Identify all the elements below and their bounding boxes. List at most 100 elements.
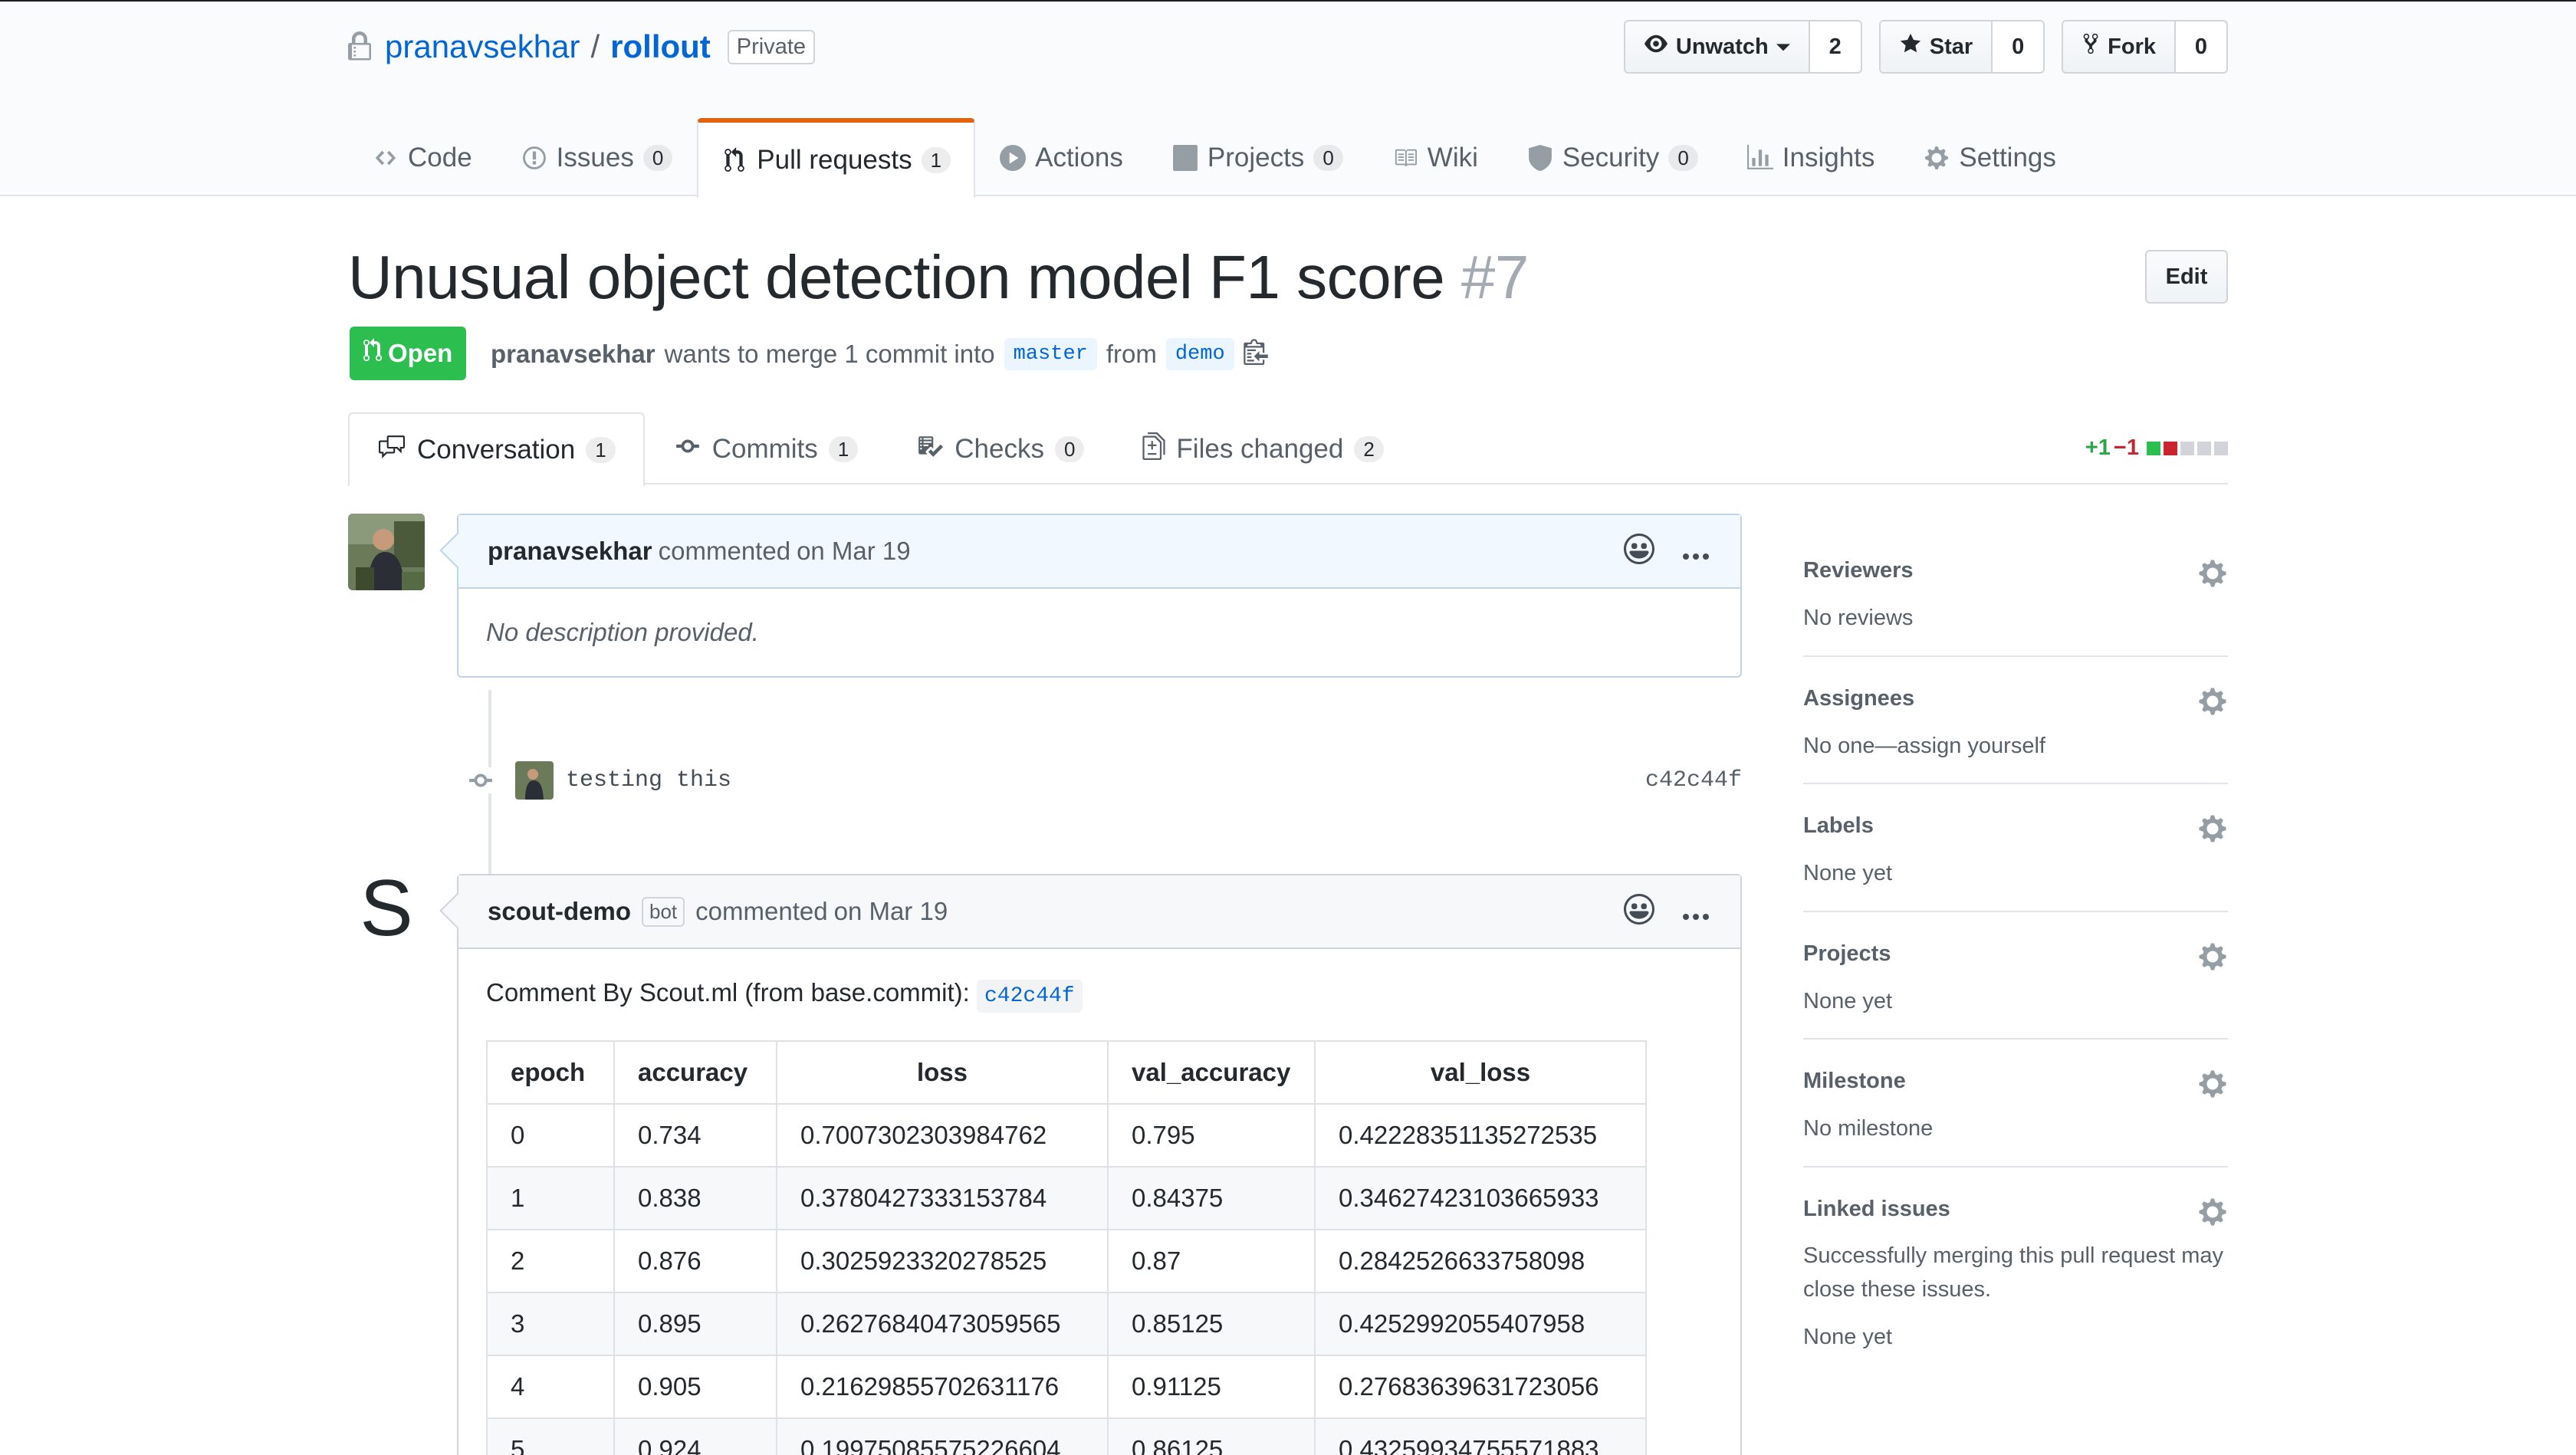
gear-icon[interactable] (2197, 813, 2228, 844)
nav-projects[interactable]: Projects 0 (1148, 118, 1368, 196)
table-cell: 1 (486, 1166, 615, 1230)
nav-issues-label: Issues (556, 143, 634, 172)
commit-sha-link[interactable]: c42c44f (1645, 767, 1742, 793)
fork-count[interactable]: 0 (2176, 21, 2226, 72)
table-row: 2 0.876 0.3025923320278525 0.87 0.284252… (486, 1229, 1647, 1293)
sidebar-heading[interactable]: Labels (1803, 813, 2228, 839)
repo-name-link[interactable]: rollout (610, 28, 711, 65)
nav-security[interactable]: Security 0 (1503, 118, 1723, 196)
comment-intro-text: Comment By Scout.ml (from base.commit): (486, 978, 970, 1007)
tab-files-changed[interactable]: Files changed 2 (1113, 412, 1412, 484)
pr-author-link[interactable]: pranavsekhar (491, 340, 656, 369)
sidebar-value: None yet (1803, 861, 1893, 885)
smiley-icon[interactable] (1624, 894, 1654, 931)
table-cell: 0.42228351135272535 (1314, 1103, 1647, 1168)
comment-actions (1624, 515, 1710, 589)
avatar[interactable] (348, 514, 425, 590)
sidebar-heading[interactable]: Reviewers (1803, 558, 2228, 583)
smiley-icon[interactable] (1624, 534, 1654, 570)
comment-author-link[interactable]: scout-demo (488, 897, 631, 926)
gear-icon[interactable] (2197, 1197, 2228, 1227)
sidebar-heading[interactable]: Milestone (1803, 1069, 2228, 1094)
watch-group: Unwatch 2 (1623, 20, 1862, 74)
more-icon[interactable] (1682, 898, 1710, 927)
watch-count[interactable]: 2 (1809, 21, 1861, 72)
table-header-cell: epoch (486, 1040, 615, 1105)
table-header-cell: accuracy (613, 1040, 777, 1105)
gear-icon[interactable] (2197, 941, 2228, 972)
comment-author-link[interactable]: pranavsekhar (488, 537, 652, 566)
code-icon (373, 145, 399, 171)
comment-header: pranavsekhar commented on Mar 19 (458, 515, 1740, 589)
diffstat-additions: +1 (2085, 435, 2111, 460)
tab-conversation[interactable]: Conversation 1 (348, 412, 645, 486)
table-cell: 0.2842526633758098 (1314, 1229, 1647, 1293)
file-diff-icon (1142, 432, 1166, 467)
comment-discussion-icon (377, 434, 406, 467)
table-cell: 3 (486, 1292, 615, 1356)
sidebar-reviewers: Reviewers No reviews (1803, 529, 2228, 657)
nav-security-count: 0 (1668, 144, 1698, 172)
sidebar-heading[interactable]: Projects (1803, 941, 2228, 967)
commit-avatar[interactable] (515, 761, 554, 800)
repo-nav: Code Issues 0 Pull requests 1 Actions Pr… (348, 118, 2081, 198)
pr-merge-text: wants to merge 1 commit into (664, 340, 995, 368)
comment-date-link[interactable]: on Mar 19 (797, 537, 911, 566)
nav-wiki[interactable]: Wiki (1368, 118, 1503, 196)
tab-commits[interactable]: Commits 1 (645, 412, 888, 484)
head-branch[interactable]: demo (1165, 338, 1234, 370)
nav-issues[interactable]: Issues 0 (497, 118, 698, 196)
nav-insights[interactable]: Insights (1723, 118, 1900, 196)
edit-button[interactable]: Edit (2145, 250, 2228, 304)
table-cell: 0.26276840473059565 (776, 1292, 1109, 1356)
fork-button[interactable]: Fork (2063, 21, 2176, 72)
star-count[interactable]: 0 (1993, 21, 2044, 72)
sidebar-heading[interactable]: Assignees (1803, 686, 2228, 711)
fork-icon (2082, 32, 2100, 61)
diffstat-block-neutral (2214, 441, 2228, 455)
star-button[interactable]: Star (1880, 21, 1993, 72)
table-cell: 0.895 (613, 1292, 777, 1356)
table-row: 5 0.924 0.19975085575226604 0.86125 0.43… (486, 1417, 1647, 1455)
nav-projects-count: 0 (1313, 144, 1343, 172)
sidebar-heading[interactable]: Linked issues (1803, 1197, 2228, 1222)
gear-icon[interactable] (2197, 558, 2228, 589)
table-cell: 0.86125 (1107, 1417, 1316, 1455)
clipboard-icon[interactable] (1243, 337, 1268, 371)
table-cell: 0.7007302303984762 (776, 1103, 1109, 1168)
private-badge: Private (727, 29, 816, 64)
lock-icon (348, 31, 371, 62)
tab-commits-label: Commits (711, 434, 818, 464)
book-icon (1392, 145, 1418, 171)
nav-actions[interactable]: Actions (975, 118, 1148, 196)
table-cell: 0.43259934755571883 (1314, 1417, 1647, 1455)
repo-separator: / (590, 28, 600, 64)
commit-message-link[interactable]: testing this (566, 767, 731, 793)
star-icon (1899, 32, 1922, 61)
table-header-cell: val_loss (1314, 1040, 1647, 1105)
diffstat-block-neutral (2197, 441, 2211, 455)
table-cell: 0 (486, 1103, 615, 1168)
sidebar-value[interactable]: No one—assign yourself (1803, 730, 2228, 764)
commit-icon (674, 433, 702, 466)
timeline-commit: testing this c42c44f (468, 756, 1742, 805)
gear-icon[interactable] (2197, 1069, 2228, 1099)
unwatch-label: Unwatch (1675, 34, 1769, 59)
nav-pull-requests[interactable]: Pull requests 1 (697, 118, 976, 198)
more-icon[interactable] (1682, 537, 1710, 567)
diffstat-deletions: −1 (2113, 435, 2139, 460)
repo-owner-link[interactable]: pranavsekhar (385, 28, 580, 65)
base-branch[interactable]: master (1004, 338, 1097, 370)
tab-checks[interactable]: Checks 0 (887, 412, 1113, 484)
unwatch-button[interactable]: Unwatch (1625, 21, 1810, 72)
gear-icon[interactable] (2197, 686, 2228, 717)
avatar[interactable]: S (348, 866, 425, 951)
table-row: 3 0.895 0.26276840473059565 0.85125 0.42… (486, 1292, 1647, 1356)
comment-date-link[interactable]: on Mar 19 (834, 897, 948, 926)
commit-icon (468, 767, 494, 793)
nav-code[interactable]: Code (348, 118, 497, 196)
star-group: Star 0 (1878, 20, 2045, 74)
pr-title-text: Unusual object detection model F1 score (348, 243, 1445, 311)
nav-settings[interactable]: Settings (1899, 118, 2080, 196)
commit-sha-link[interactable]: c42c44f (976, 980, 1083, 1013)
